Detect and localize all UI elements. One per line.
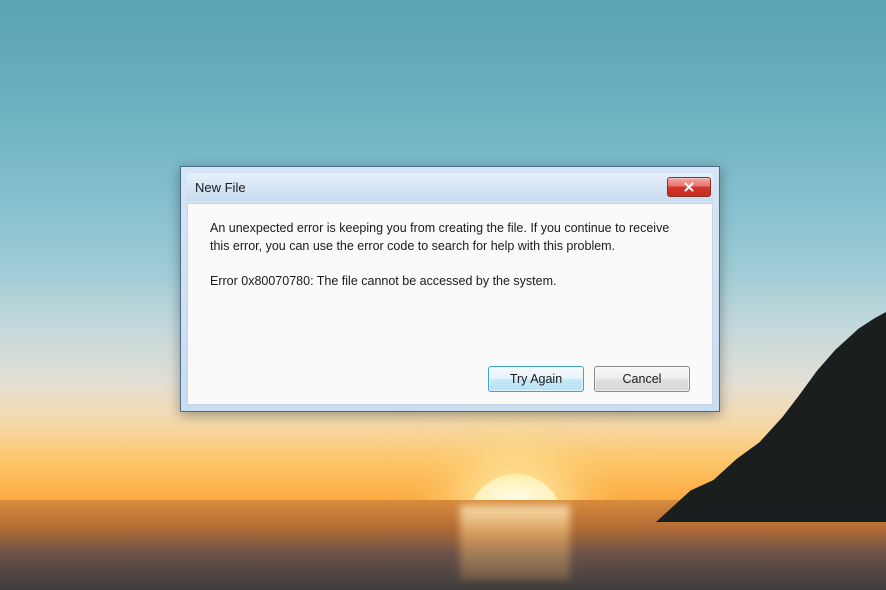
dialog-titlebar[interactable]: New File: [187, 173, 713, 201]
dialog-button-row: Try Again Cancel: [210, 354, 690, 392]
sun-reflection-decor: [460, 505, 570, 580]
error-dialog: New File An unexpected error is keeping …: [180, 166, 720, 412]
try-again-button[interactable]: Try Again: [488, 366, 584, 392]
error-message: An unexpected error is keeping you from …: [210, 220, 690, 255]
dialog-title: New File: [195, 180, 246, 195]
error-code-line: Error 0x80070780: The file cannot be acc…: [210, 273, 690, 291]
close-button[interactable]: [667, 177, 711, 197]
close-icon: [684, 182, 694, 192]
cancel-button[interactable]: Cancel: [594, 366, 690, 392]
dialog-content: An unexpected error is keeping you from …: [187, 203, 713, 405]
